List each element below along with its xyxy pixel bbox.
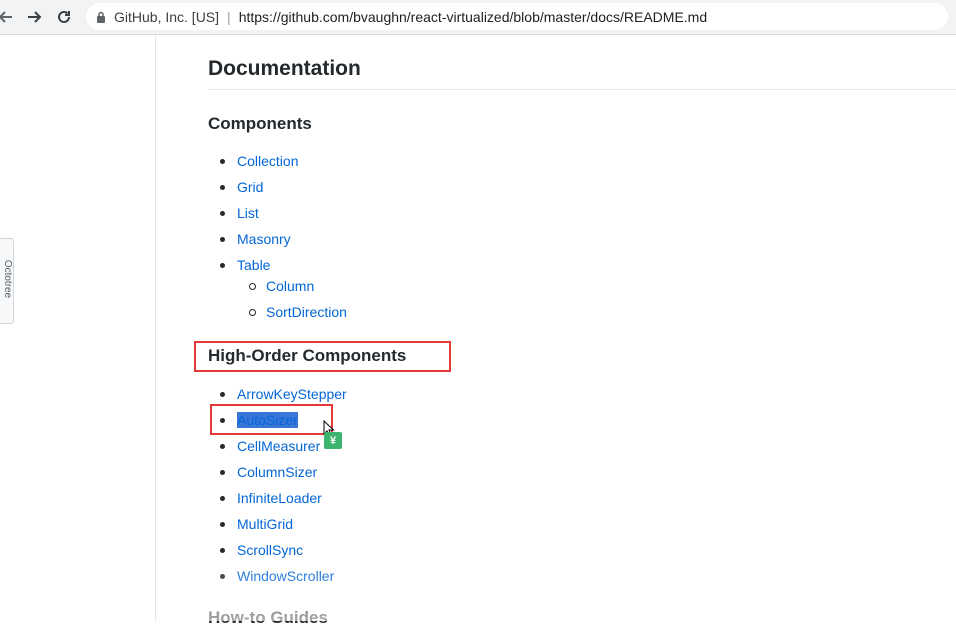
link-scrollsync[interactable]: ScrollSync bbox=[237, 542, 303, 558]
link-table[interactable]: Table bbox=[237, 257, 270, 273]
list-item: List bbox=[208, 200, 298, 226]
site-identity: GitHub, Inc. [US] bbox=[114, 8, 220, 25]
address-bar[interactable]: GitHub, Inc. [US] | https://github.com/b… bbox=[86, 3, 948, 30]
lock-icon bbox=[96, 11, 106, 23]
list-item: Grid bbox=[208, 174, 298, 200]
list-item: Masonry bbox=[208, 226, 298, 252]
url-text: https://github.com/bvaughn/react-virtual… bbox=[238, 8, 708, 25]
link-collection[interactable]: Collection bbox=[237, 153, 298, 169]
arrow-left-icon bbox=[0, 11, 12, 23]
components-list: Collection Grid List Masonry Table bbox=[208, 148, 298, 278]
extension-badge-icon[interactable]: ¥ bbox=[324, 432, 342, 449]
list-item: ScrollSync bbox=[208, 537, 347, 563]
title-divider bbox=[208, 89, 956, 90]
link-masonry[interactable]: Masonry bbox=[237, 231, 291, 247]
link-windowscroller[interactable]: WindowScroller bbox=[237, 568, 334, 584]
link-sortdirection[interactable]: SortDirection bbox=[266, 304, 347, 320]
link-cellmeasurer[interactable]: CellMeasurer bbox=[237, 438, 320, 454]
list-item: Collection bbox=[208, 148, 298, 174]
autosizer-highlight bbox=[210, 404, 333, 435]
link-grid[interactable]: Grid bbox=[237, 179, 263, 195]
forward-button[interactable] bbox=[24, 7, 44, 27]
back-button[interactable] bbox=[0, 7, 16, 27]
badge-glyph: ¥ bbox=[329, 434, 337, 447]
octotree-tab[interactable]: Octotree bbox=[0, 238, 14, 324]
list-item: ColumnSizer bbox=[208, 459, 347, 485]
link-multigrid[interactable]: MultiGrid bbox=[237, 516, 293, 532]
link-column[interactable]: Column bbox=[266, 278, 314, 294]
list-item: SortDirection bbox=[237, 299, 347, 325]
components-heading: Components bbox=[208, 114, 312, 133]
reload-button[interactable] bbox=[54, 7, 74, 27]
link-list[interactable]: List bbox=[237, 205, 259, 221]
list-item: WindowScroller bbox=[208, 563, 347, 589]
page-title: Documentation bbox=[208, 57, 361, 80]
link-infiniteloader[interactable]: InfiniteLoader bbox=[237, 490, 322, 506]
list-item: Column bbox=[237, 273, 347, 299]
reload-icon bbox=[58, 10, 70, 23]
hoc-heading-highlight bbox=[194, 341, 451, 372]
list-item: MultiGrid bbox=[208, 511, 347, 537]
table-sublist: Column SortDirection bbox=[237, 273, 347, 325]
arrow-right-icon bbox=[28, 11, 42, 23]
list-item: InfiniteLoader bbox=[208, 485, 347, 511]
link-arrowkeystepper[interactable]: ArrowKeyStepper bbox=[237, 386, 347, 402]
link-columnsizer[interactable]: ColumnSizer bbox=[237, 464, 317, 480]
browser-toolbar: GitHub, Inc. [US] | https://github.com/b… bbox=[0, 0, 956, 35]
url-separator: | bbox=[227, 8, 231, 25]
content-left-border bbox=[155, 35, 156, 621]
octotree-tab-label: Octotree bbox=[2, 259, 13, 299]
how-to-guides-heading: How-to Guides bbox=[208, 608, 328, 627]
